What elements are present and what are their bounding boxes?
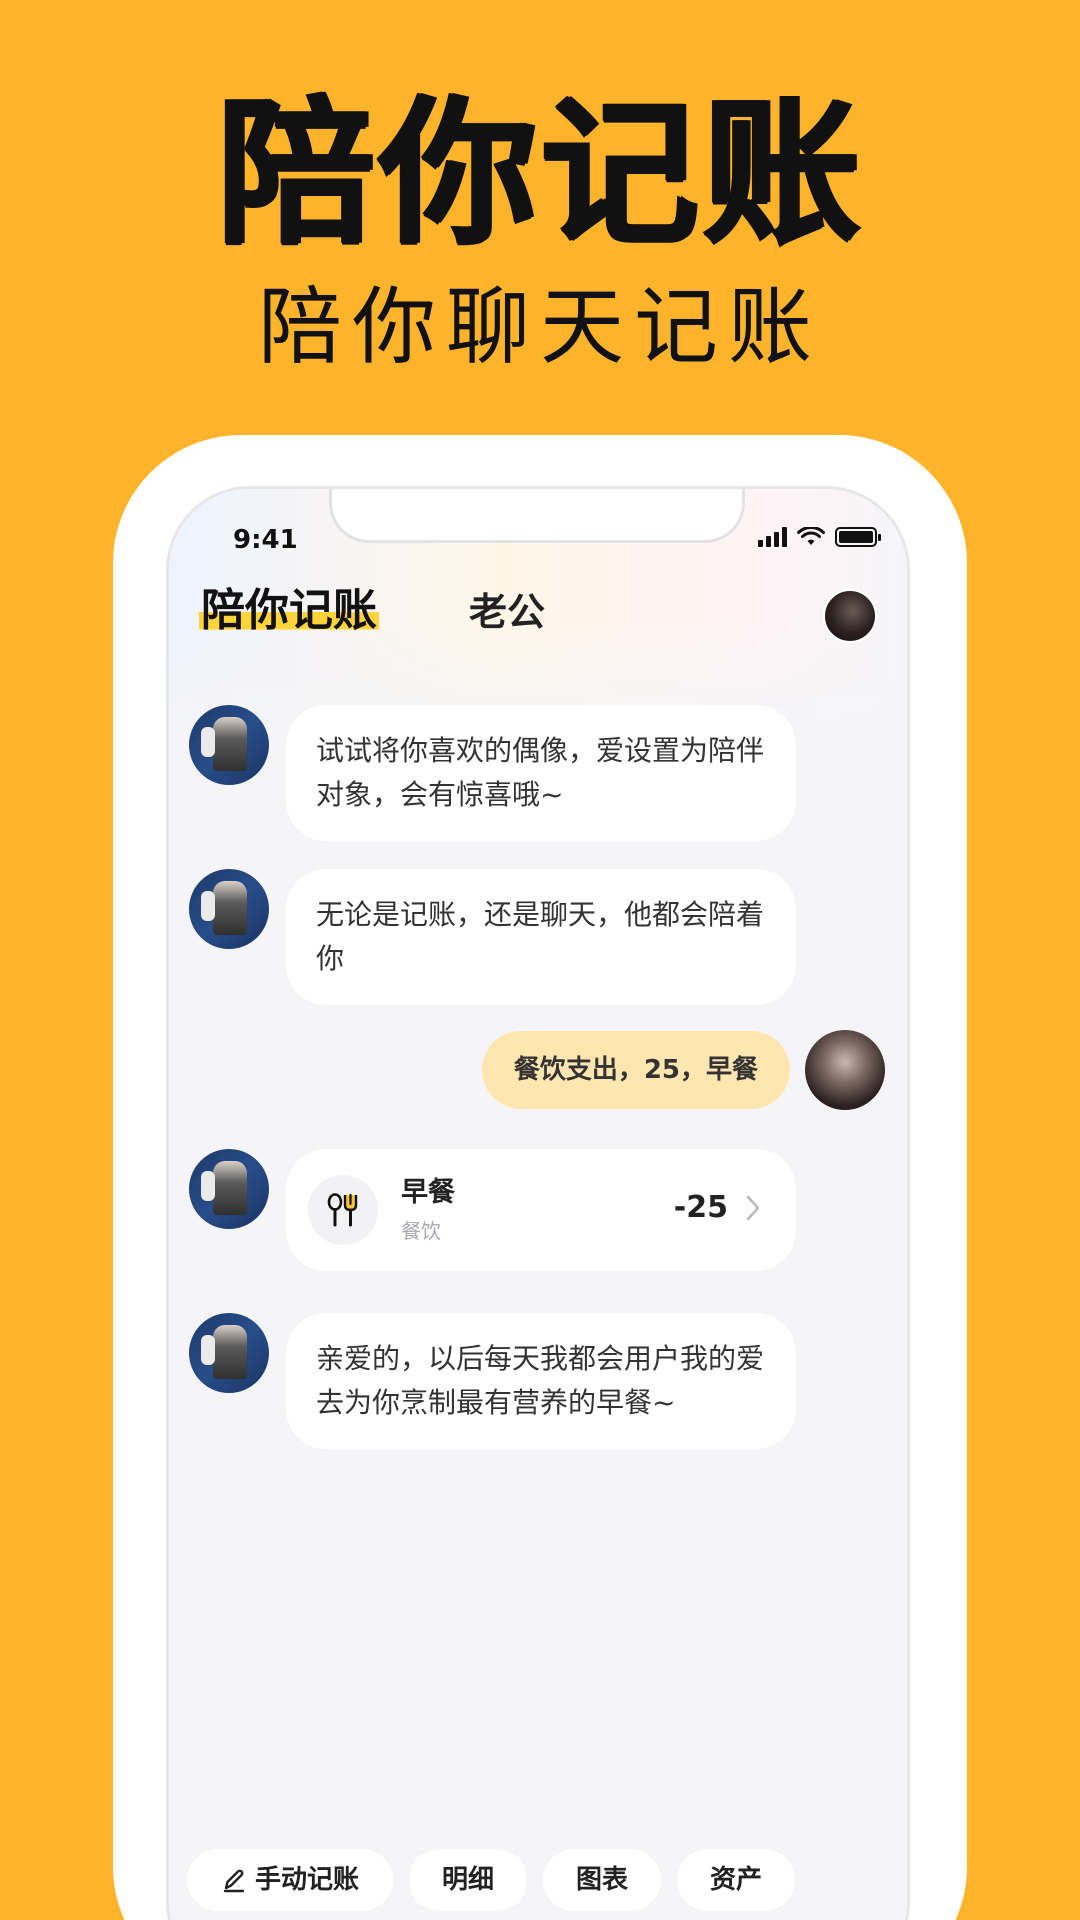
details-button[interactable]: 明细 xyxy=(409,1849,527,1911)
promo-subtitle: 陪你聊天记账 xyxy=(257,278,822,376)
bot-avatar[interactable] xyxy=(189,705,269,785)
assets-button[interactable]: 资产 xyxy=(677,1849,795,1911)
chevron-right-icon xyxy=(746,1195,760,1221)
bot-message-bubble: 无论是记账，还是聊天，他都会陪着你 xyxy=(286,869,796,1005)
app-logo: 陪你记账 xyxy=(199,585,379,636)
manual-entry-button[interactable]: 手动记账 xyxy=(187,1849,393,1911)
charts-button[interactable]: 图表 xyxy=(543,1849,661,1911)
chat-title: 老公 xyxy=(469,590,546,634)
user-avatar[interactable] xyxy=(805,1030,885,1110)
bot-avatar[interactable] xyxy=(189,1313,269,1393)
signal-icon xyxy=(758,527,787,547)
bot-avatar[interactable] xyxy=(189,1149,269,1229)
status-icons xyxy=(758,527,881,547)
record-category: 餐饮 xyxy=(401,1219,441,1243)
phone-screen: 9:41 陪你记账 老公 试试将你喜欢的偶像，爱设置为陪伴对象，会有惊喜哦~ 无… xyxy=(166,486,910,1920)
record-title: 早餐 xyxy=(401,1177,455,1208)
bottom-action-bar: 手动记账 明细 图表 资产 xyxy=(187,1849,795,1911)
pencil-icon xyxy=(223,1869,245,1893)
battery-icon xyxy=(835,527,881,547)
promo-title: 陪你记账 xyxy=(216,82,864,266)
record-amount: -25 xyxy=(673,1190,728,1225)
profile-avatar[interactable] xyxy=(823,589,877,643)
phone-notch xyxy=(329,489,745,543)
user-message-bubble: 餐饮支出，25，早餐 xyxy=(481,1031,790,1109)
wifi-icon xyxy=(797,527,825,545)
bot-message-bubble: 亲爱的，以后每天我都会用户我的爱去为你烹制最有营养的早餐~ xyxy=(286,1313,796,1449)
bot-message-bubble: 试试将你喜欢的偶像，爱设置为陪伴对象，会有惊喜哦~ xyxy=(286,705,796,841)
manual-entry-label: 手动记账 xyxy=(254,1865,359,1895)
bot-avatar[interactable] xyxy=(189,869,269,949)
status-time: 9:41 xyxy=(233,525,298,555)
record-card[interactable]: 早餐 餐饮 -25 xyxy=(286,1149,796,1271)
utensils-icon xyxy=(308,1175,378,1245)
